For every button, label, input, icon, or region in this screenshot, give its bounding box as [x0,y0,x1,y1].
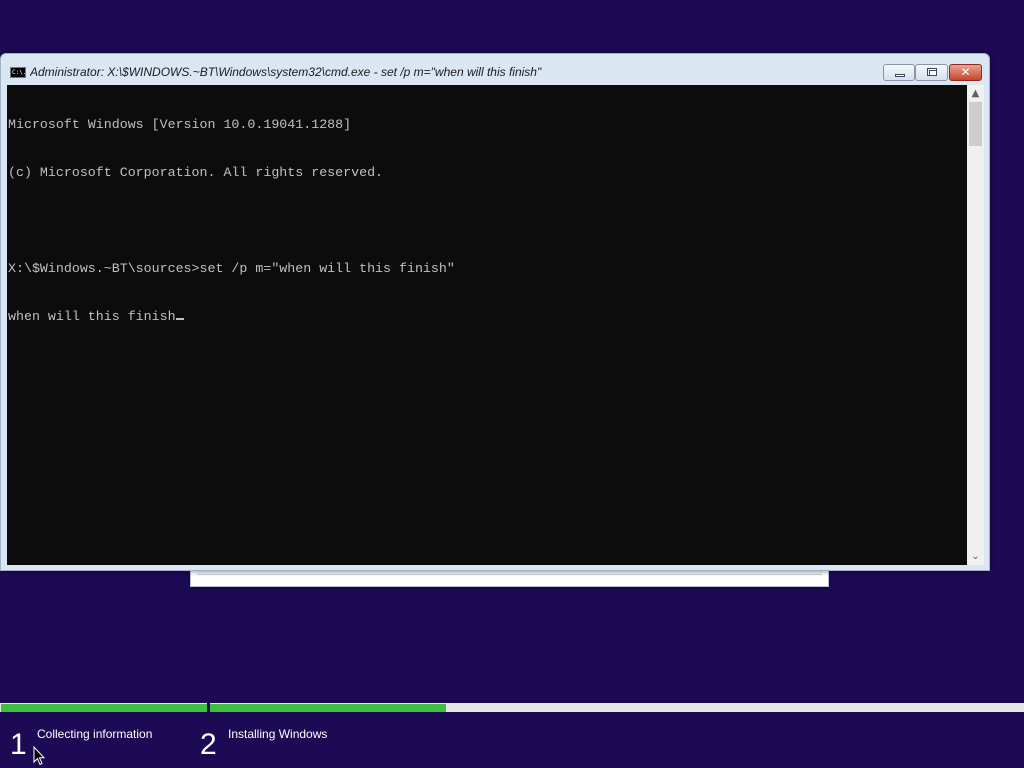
cmd-icon[interactable]: C:\. [10,67,26,78]
vertical-scrollbar[interactable]: ▲ ⌄ [967,85,984,565]
text-cursor [175,318,184,320]
window-title: Administrator: X:\$WINDOWS.~BT\Windows\s… [30,65,542,79]
mouse-pointer-icon [33,746,45,766]
console-text: Microsoft Windows [Version 10.0.19041.12… [8,85,455,357]
step-label-installing: Installing Windows [228,727,328,741]
step-label-collecting: Collecting information [37,727,153,741]
step-number-2: 2 [200,728,217,761]
minimize-icon [895,74,905,77]
minimize-button[interactable] [883,64,915,81]
maximize-button[interactable] [915,64,948,81]
scroll-up-icon[interactable]: ▲ [967,85,984,102]
close-button[interactable]: ✕ [949,64,982,81]
step-number-1: 1 [10,728,27,761]
progress-step2-fill [210,704,446,712]
console-line: Microsoft Windows [Version 10.0.19041.12… [8,117,352,132]
scrollbar-thumb[interactable] [969,102,982,146]
scroll-down-icon[interactable]: ⌄ [967,548,984,565]
console-line: X:\$Windows.~BT\sources>set /p m="when w… [8,261,455,276]
console-line: (c) Microsoft Corporation. All rights re… [8,165,384,180]
title-bar[interactable]: C:\. Administrator: X:\$WINDOWS.~BT\Wind… [1,54,989,84]
console-input-line[interactable]: when will this finish [8,309,455,325]
progress-step1-fill [1,704,207,712]
cmd-window[interactable]: C:\. Administrator: X:\$WINDOWS.~BT\Wind… [0,53,990,571]
console-prompt-text: when will this finish [8,309,176,324]
maximize-icon [927,68,937,76]
console-output[interactable]: Microsoft Windows [Version 10.0.19041.12… [7,85,967,565]
close-icon: ✕ [960,65,971,79]
